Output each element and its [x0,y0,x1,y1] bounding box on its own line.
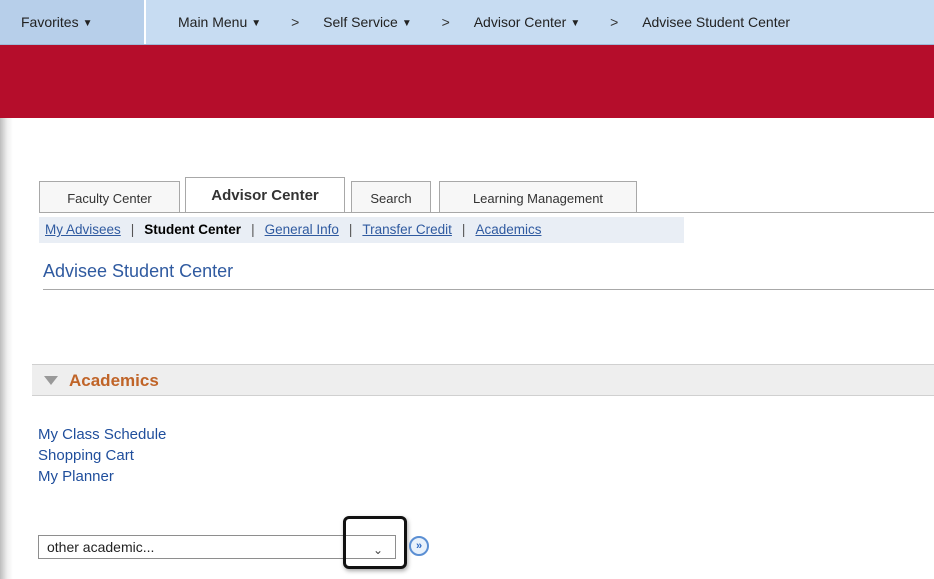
tab-label: Learning Management [472,191,604,206]
title-divider [43,289,934,290]
academics-section-header[interactable]: Academics [32,364,934,396]
favorites-menu[interactable]: Favorites ▼ [0,0,146,44]
breadcrumb-self-service[interactable]: Self Service ▼ [323,0,412,47]
subnav-separator: | [461,222,466,237]
link-shopping-cart[interactable]: Shopping Cart [38,445,166,466]
caret-down-icon: ▼ [570,18,581,29]
academics-links: My Class Schedule Shopping Cart My Plann… [38,424,166,487]
subnav-my-advisees[interactable]: My Advisees [45,222,121,237]
link-my-class-schedule[interactable]: My Class Schedule [38,424,166,445]
tab-divider [39,212,934,213]
sub-navigation: My Advisees | Student Center | General Info |… [39,217,684,243]
subnav-separator: | [130,222,135,237]
tab-label: Advisor Center [211,187,319,204]
breadcrumb-separator: > [291,14,300,30]
breadcrumb: Main Menu ▼ > Self Service ▼ > Advisor Cen… [178,0,790,44]
main-menu[interactable]: Main Menu ▼ [178,0,261,47]
header-banner [0,45,934,118]
caret-down-icon: ▼ [401,18,412,29]
top-navigation-bar: Favorites ▼ Main Menu ▼ > Self Service ▼ > … [0,0,934,45]
caret-down-icon: ▼ [82,18,93,29]
page-title: Advisee Student Center [43,261,234,281]
tab-faculty-center[interactable]: Faculty Center [39,181,180,213]
subnav-separator: | [348,222,353,237]
favorites-label: Favorites [21,14,79,30]
breadcrumb-label: Self Service [323,14,398,30]
tab-learning-management[interactable]: Learning Management [439,181,637,213]
breadcrumb-label: Advisor Center [473,14,567,30]
breadcrumb-separator: > [610,14,619,30]
tab-label: Search [370,191,412,206]
subnav-transfer-credit[interactable]: Transfer Credit [362,222,452,237]
breadcrumb-advisor-center[interactable]: Advisor Center ▼ [474,0,581,47]
tab-label: Faculty Center [67,191,152,206]
collapse-triangle-icon[interactable] [44,376,58,385]
section-title: Academics [69,371,159,390]
subnav-student-center: Student Center [144,222,242,237]
select-value: other academic... [47,539,155,555]
highlight-box [343,516,407,569]
go-button-icon[interactable]: » [409,536,429,556]
main-menu-label: Main Menu [178,14,248,30]
tab-advisor-center[interactable]: Advisor Center [185,177,345,213]
subnav-general-info[interactable]: General Info [265,222,339,237]
tab-search[interactable]: Search [351,181,431,213]
link-my-planner[interactable]: My Planner [38,466,166,487]
breadcrumb-advisee-student-center[interactable]: Advisee Student Center [642,0,790,44]
breadcrumb-separator: > [441,14,450,30]
caret-down-icon: ▼ [251,18,262,29]
subnav-separator: | [251,222,255,237]
subnav-academics[interactable]: Academics [475,222,541,237]
page-edge-shadow [0,118,13,579]
